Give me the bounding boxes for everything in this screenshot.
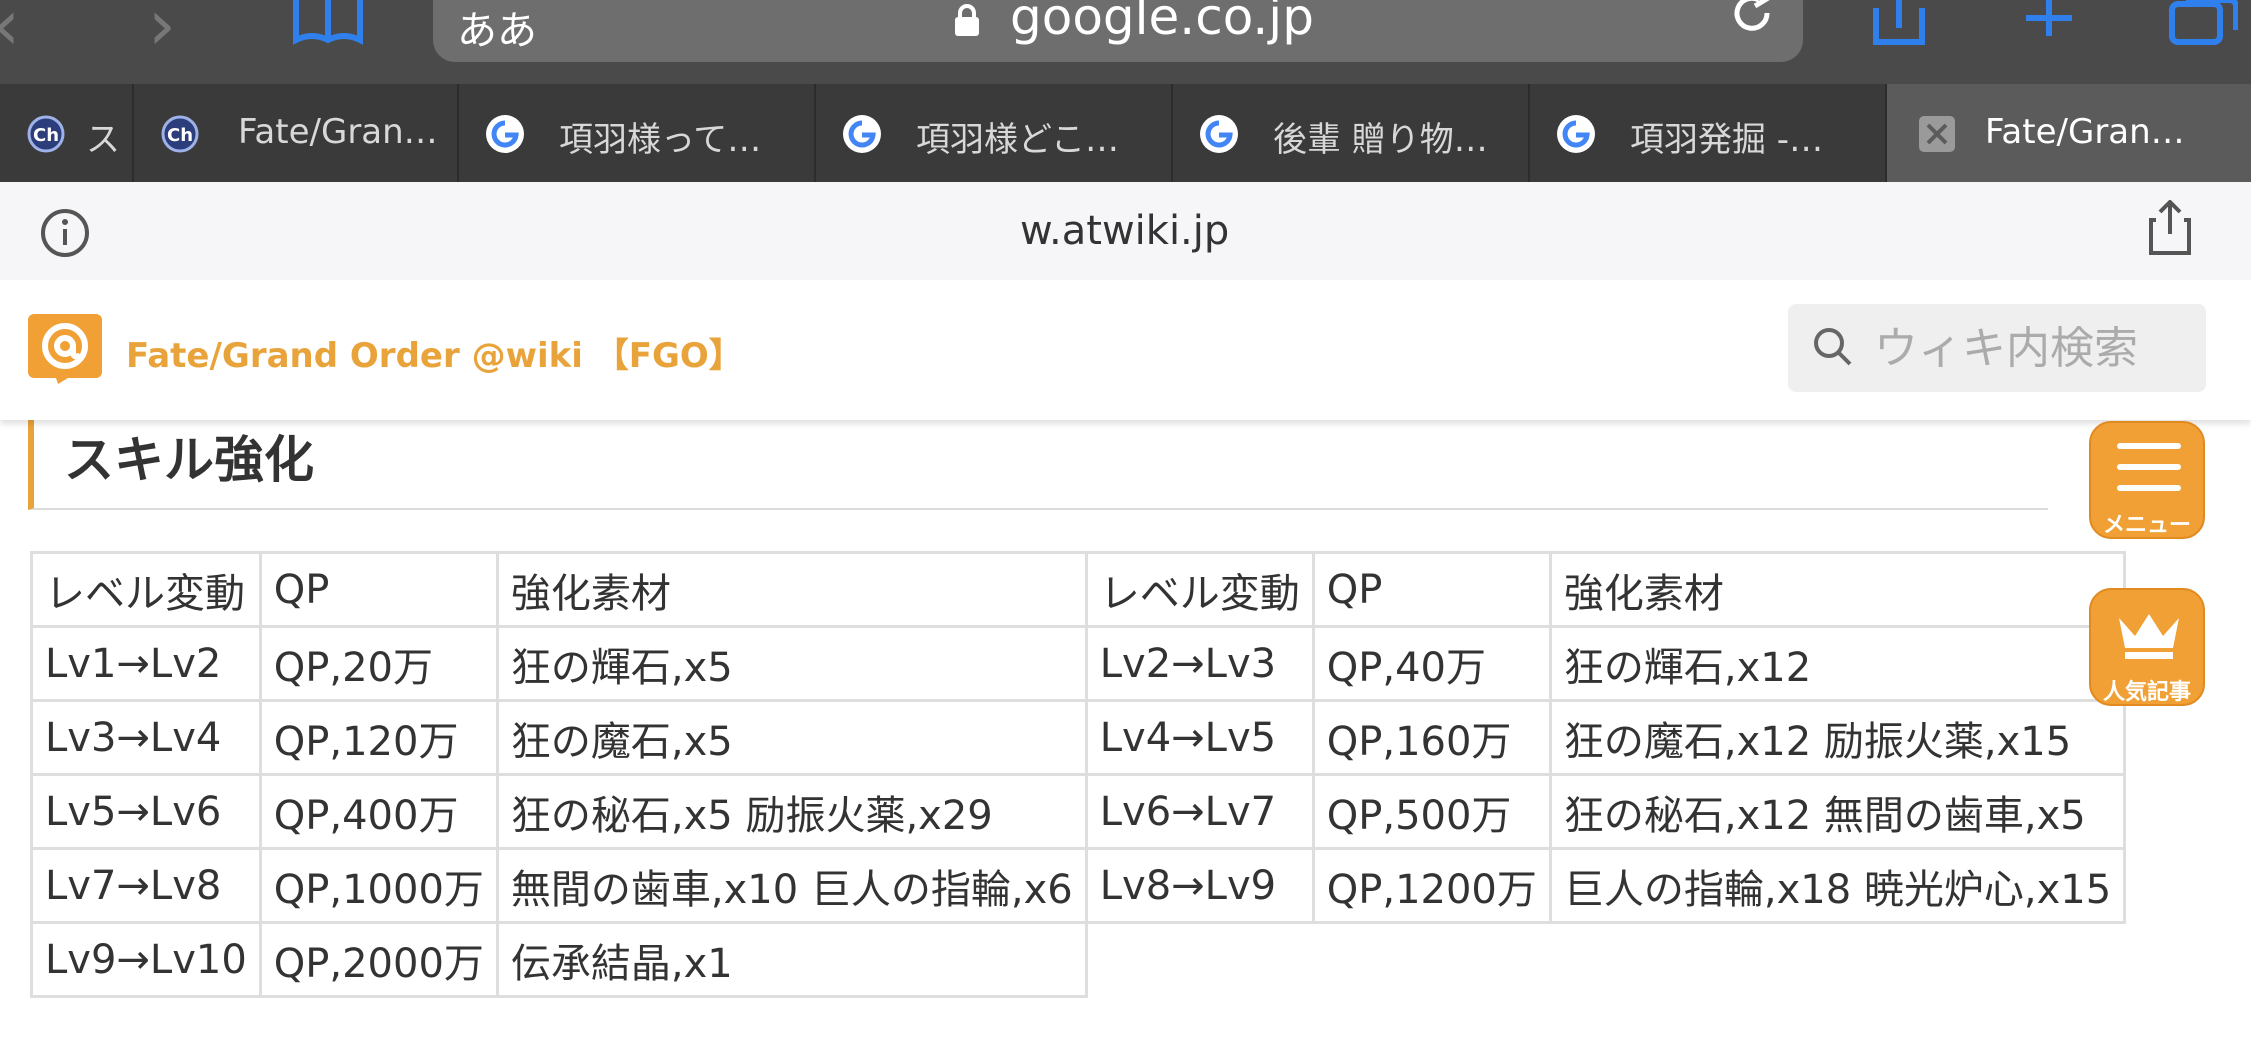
table-cell: 狂の秘石,x5 励振火薬,x29 [495,773,1088,850]
table-cell: Lv7→Lv8 [30,847,262,924]
table-header-cell: 強化素材 [495,551,1088,628]
crown-icon [2119,614,2179,659]
table-cell: 無間の歯車,x10 巨人の指輪,x6 [495,847,1088,924]
table-header-cell: レベル変動 [30,551,262,628]
search-input[interactable] [1874,318,2194,378]
tab-title: 項羽様どこ… [916,120,1119,160]
table-cell: QP,500万 [1311,773,1552,850]
popular-articles-button[interactable]: 人気記事 [2089,588,2205,706]
table-cell: QP,160万 [1311,699,1552,776]
table-header-cell: レベル変動 [1084,551,1315,628]
table-cell: 狂の魔石,x12 励振火薬,x15 [1548,699,2127,776]
page-host: w.atwiki.jp [1020,208,1230,254]
table-cell: QP,1200万 [1311,847,1552,924]
bookmarks-icon[interactable] [292,0,364,46]
reload-icon[interactable] [1729,0,1775,36]
tab-item-active[interactable]: Fate/Gran… [1887,84,2251,182]
section-title: スキル強化 [64,431,314,489]
menu-label: メニュー [2102,513,2191,538]
table-cell-empty [1313,923,1550,997]
table-cell: QP,400万 [258,773,499,850]
google-icon [843,115,881,153]
table-cell: QP,1000万 [258,847,499,924]
table-header-cell: 強化素材 [1548,551,2127,628]
tab-title: 項羽様って… [559,120,762,160]
share-icon[interactable] [1872,0,1926,46]
search-icon [1814,328,1852,366]
tab-title: 項羽発掘 -… [1630,120,1824,160]
table-cell: 巨人の指輪,x18 暁光炉心,x15 [1548,847,2127,924]
google-icon [486,115,524,153]
table-cell: Lv9→Lv10 [30,921,262,998]
ch-icon: Ch [161,115,199,153]
info-icon[interactable] [40,208,90,258]
tab-title: Fate/Gran… [238,112,438,152]
table-cell: 狂の輝石,x5 [495,625,1088,702]
hamburger-icon [2117,443,2181,491]
address-bar[interactable]: ああ google.co.jp [433,0,1803,62]
table-cell: 狂の魔石,x5 [495,699,1088,776]
address-host: google.co.jp [1010,0,1314,46]
svg-text:Ch: Ch [33,125,59,146]
table-cell: 伝承結晶,x1 [495,921,1088,998]
svg-text:Ch: Ch [167,125,193,146]
browser-toolbar: ‹ › ああ google.co.jp [0,0,2251,84]
table-row: Lv9→Lv10 QP,2000万 伝承結晶,x1 [30,921,2125,998]
table-cell: Lv5→Lv6 [30,773,262,850]
menu-button[interactable]: メニュー [2089,421,2205,539]
tab-item[interactable]: 項羽様って… [459,84,816,182]
table-cell: 狂の秘石,x12 無間の歯車,x5 [1548,773,2127,850]
tab-item[interactable]: 後輩 贈り物… [1173,84,1530,182]
table-row: Lv5→Lv6 QP,400万 狂の秘石,x5 励振火薬,x29 Lv6→Lv7… [30,773,2127,850]
tab-item[interactable]: 項羽発掘 -… [1530,84,1887,182]
table-cell: Lv6→Lv7 [1084,773,1315,850]
tab-title: ス [86,120,120,160]
atwiki-logo-icon[interactable] [28,314,102,384]
table-row: Lv3→Lv4 QP,120万 狂の魔石,x5 Lv4→Lv5 QP,160万 … [30,699,2127,776]
popular-label: 人気記事 [2102,680,2191,705]
section-heading: スキル強化 [28,420,2048,510]
table-row: Lv1→Lv2 QP,20万 狂の輝石,x5 Lv2→Lv3 QP,40万 狂の… [30,625,2127,702]
google-icon [1557,115,1595,153]
table-header-cell: QP [1311,551,1552,628]
site-header: Fate/Grand Order @wiki 【FGO】 [0,280,2251,420]
lock-icon [955,4,979,36]
tab-title: 後輩 贈り物… [1273,120,1488,160]
tab-bar: Ch ス Ch Fate/Gran… 項羽様って… 項羽様どこ… 後輩 贈り物… [0,84,2251,182]
table-cell: QP,120万 [258,699,499,776]
table-cell: QP,20万 [258,625,499,702]
close-icon[interactable] [1917,114,1957,154]
table-header-row: レベル変動 QP 強化素材 レベル変動 QP 強化素材 [30,551,2127,628]
table-cell: QP,40万 [1311,625,1552,702]
table-cell: Lv1→Lv2 [30,625,262,702]
ch-icon: Ch [27,115,65,153]
back-icon[interactable]: ‹ [0,0,20,60]
page-share-icon[interactable] [2148,200,2192,256]
tab-item[interactable]: 項羽様どこ… [816,84,1173,182]
table-cell: Lv3→Lv4 [30,699,262,776]
tabs-overview-icon[interactable] [2168,0,2238,46]
page-url-bar: w.atwiki.jp [0,182,2251,281]
table-header-cell: QP [258,551,499,628]
table-cell: Lv2→Lv3 [1084,625,1315,702]
tab-item[interactable]: Ch ス [0,84,134,182]
forward-icon[interactable]: › [148,0,176,60]
skill-upgrade-table: レベル変動 QP 強化素材 レベル変動 QP 強化素材 Lv1→Lv2 QP,2… [30,551,2127,998]
tab-item[interactable]: Ch Fate/Gran… [134,84,459,182]
table-cell: Lv4→Lv5 [1084,699,1315,776]
table-row: Lv7→Lv8 QP,1000万 無間の歯車,x10 巨人の指輪,x6 Lv8→… [30,847,2127,924]
site-title[interactable]: Fate/Grand Order @wiki 【FGO】 [126,328,743,377]
wiki-search-box[interactable] [1788,304,2206,392]
google-icon [1200,115,1238,153]
table-cell: Lv8→Lv9 [1084,847,1315,924]
new-tab-icon[interactable] [2022,0,2076,40]
tab-title: Fate/Gran… [1985,112,2185,152]
table-cell-empty [1550,923,2124,997]
table-cell: QP,2000万 [258,921,499,998]
table-cell-empty [1086,923,1313,997]
reader-options-button[interactable]: ああ [457,0,537,56]
table-cell: 狂の輝石,x12 [1548,625,2127,702]
